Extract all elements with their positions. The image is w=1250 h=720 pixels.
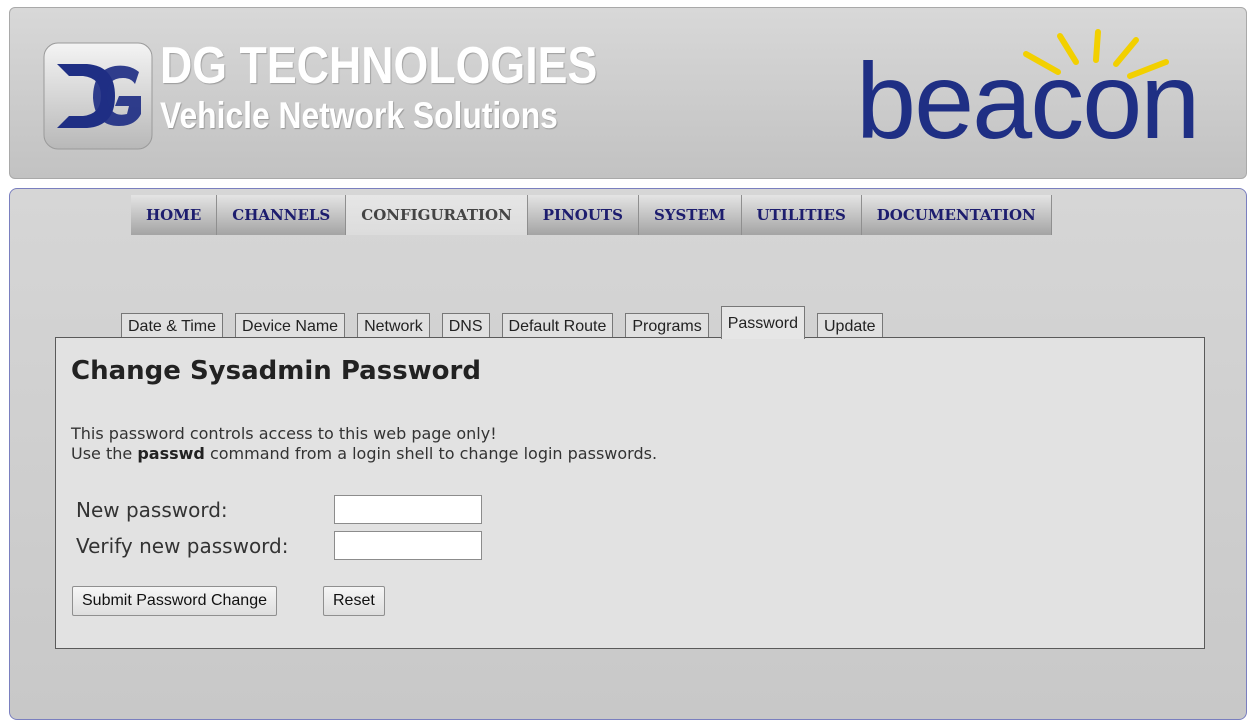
- nav-tab-home[interactable]: HOME: [131, 195, 218, 235]
- subtab-date-time[interactable]: Date & Time: [121, 313, 224, 339]
- passwd-command: passwd: [137, 444, 205, 463]
- subtab-programs[interactable]: Programs: [625, 313, 709, 339]
- info-line-2-suffix: command from a login shell to change log…: [204, 444, 658, 463]
- verify-password-input[interactable]: [334, 531, 482, 560]
- nav-tab-configuration[interactable]: CONFIGURATION: [346, 195, 528, 235]
- beacon-wordmark: beacon: [856, 40, 1200, 161]
- new-password-label: New password:: [76, 498, 228, 522]
- info-line-1: This password controls access to this we…: [71, 424, 497, 443]
- company-tagline: Vehicle Network Solutions: [160, 95, 558, 136]
- beacon-logo: beacon: [848, 26, 1228, 156]
- info-line-2: Use the passwd command from a login shel…: [71, 444, 657, 464]
- top-navigation: HOME CHANNELS CONFIGURATION PINOUTS SYST…: [131, 195, 1052, 235]
- subtab-device-name[interactable]: Device Name: [235, 313, 346, 339]
- subtab-password[interactable]: Password: [720, 306, 805, 339]
- password-panel: Change Sysadmin Password This password c…: [55, 337, 1205, 649]
- company-name: DG TECHNOLOGIES: [160, 37, 598, 95]
- info-text: This password controls access to this we…: [71, 424, 657, 464]
- new-password-row: New password:: [76, 498, 228, 522]
- submit-password-button[interactable]: Submit Password Change: [72, 586, 277, 616]
- nav-tab-pinouts[interactable]: PINOUTS: [527, 195, 639, 235]
- verify-password-row: Verify new password:: [76, 534, 288, 558]
- nav-tab-system[interactable]: SYSTEM: [638, 195, 742, 235]
- main-panel: HOME CHANNELS CONFIGURATION PINOUTS SYST…: [9, 188, 1247, 720]
- nav-tab-documentation[interactable]: DOCUMENTATION: [861, 195, 1052, 235]
- page-title: Change Sysadmin Password: [71, 356, 481, 386]
- subtab-update[interactable]: Update: [816, 313, 883, 339]
- nav-tab-utilities[interactable]: UTILITIES: [741, 195, 862, 235]
- subtab-default-route[interactable]: Default Route: [501, 313, 614, 339]
- reset-button[interactable]: Reset: [323, 586, 385, 616]
- verify-password-label: Verify new password:: [76, 534, 289, 558]
- nav-tab-channels[interactable]: CHANNELS: [217, 195, 347, 235]
- config-subtabs: Date & Time Device Name Network DNS Defa…: [121, 306, 895, 339]
- new-password-input[interactable]: [334, 495, 482, 524]
- dg-logo-icon: [43, 42, 153, 150]
- subtab-dns[interactable]: DNS: [441, 313, 490, 339]
- header-banner: DG TECHNOLOGIES Vehicle Network Solution…: [9, 7, 1247, 179]
- company-brand: DG TECHNOLOGIES Vehicle Network Solution…: [160, 38, 668, 136]
- info-line-2-prefix: Use the: [71, 444, 138, 463]
- subtab-network[interactable]: Network: [357, 313, 430, 339]
